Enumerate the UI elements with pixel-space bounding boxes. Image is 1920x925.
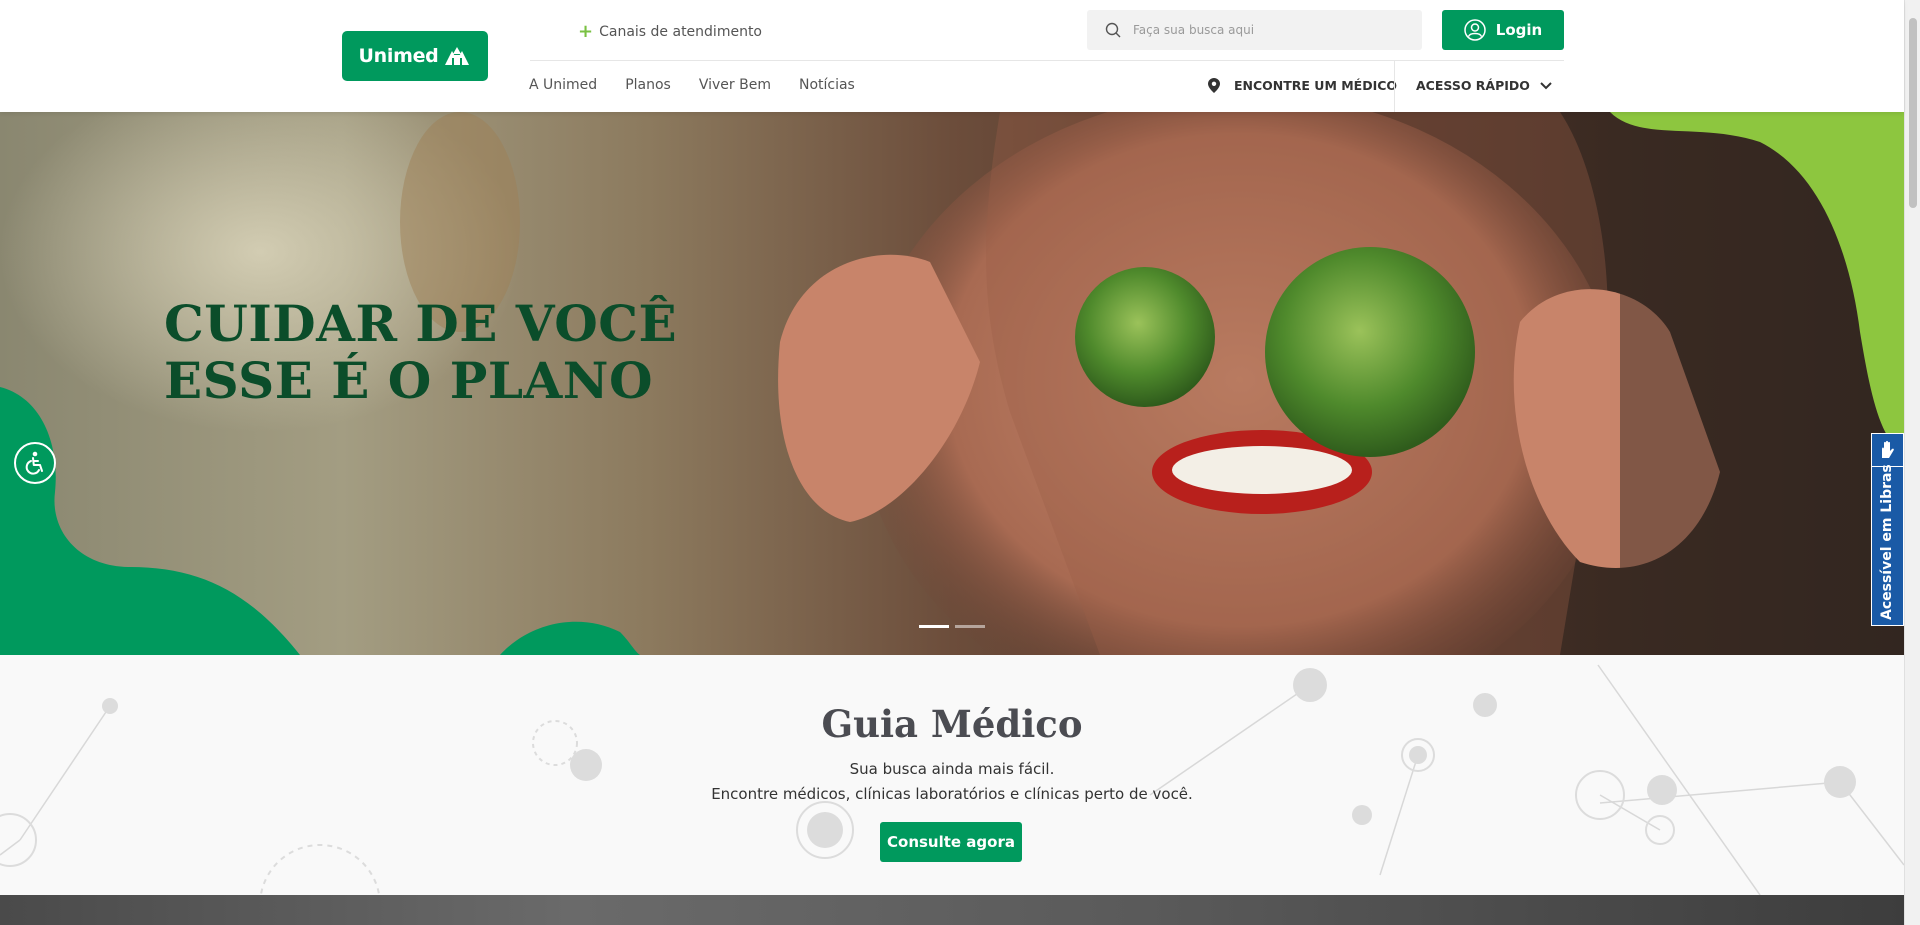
search-icon[interactable] bbox=[1105, 22, 1121, 38]
hero-headline: CUIDAR DE VOCÊ ESSE É O PLANO bbox=[164, 295, 677, 409]
page-scrollbar[interactable] bbox=[1904, 0, 1920, 925]
unimed-mark-icon bbox=[445, 47, 470, 65]
nav-item-a-unimed[interactable]: A Unimed bbox=[529, 77, 597, 93]
user-icon bbox=[1464, 19, 1486, 41]
consulte-agora-button[interactable]: Consulte agora bbox=[880, 822, 1022, 862]
canais-atendimento-link[interactable]: + Canais de atendimento bbox=[578, 21, 762, 42]
canais-label: Canais de atendimento bbox=[599, 24, 762, 40]
unimed-logo[interactable]: Unimed bbox=[342, 31, 488, 81]
libras-label: Acessível em Libras bbox=[1879, 464, 1895, 620]
search-box[interactable] bbox=[1087, 10, 1422, 50]
scrollbar-thumb[interactable] bbox=[1909, 18, 1917, 208]
nav-item-viver-bem[interactable]: Viver Bem bbox=[699, 77, 771, 93]
search-input[interactable] bbox=[1133, 23, 1403, 37]
carousel-dots bbox=[919, 625, 985, 628]
nav-item-noticias[interactable]: Notícias bbox=[799, 77, 855, 93]
site-header: Unimed + Canais de atendimento Faça sua … bbox=[0, 0, 1904, 112]
header-divider bbox=[530, 60, 1564, 61]
guia-medico-title: Guia Médico bbox=[821, 702, 1083, 746]
login-button[interactable]: Login bbox=[1442, 10, 1564, 50]
logo-text: Unimed bbox=[358, 45, 439, 67]
page: Unimed + Canais de atendimento Faça sua … bbox=[0, 0, 1920, 925]
acesso-rapido-dropdown[interactable]: ACESSO RÁPIDO bbox=[1416, 78, 1552, 93]
wheelchair-icon bbox=[25, 451, 43, 475]
hero-line-1: CUIDAR DE VOCÊ bbox=[164, 294, 678, 353]
header-vertical-divider bbox=[1394, 61, 1395, 112]
carousel-dot-2[interactable] bbox=[955, 625, 985, 628]
next-section-preview bbox=[0, 895, 1904, 925]
carousel-dot-1[interactable] bbox=[919, 625, 949, 628]
guia-medico-subtitle-1: Sua busca ainda mais fácil. bbox=[849, 760, 1055, 778]
nav-item-planos[interactable]: Planos bbox=[625, 77, 671, 93]
hero-line-2: ESSE É O PLANO bbox=[164, 351, 654, 410]
sign-language-icon bbox=[1872, 434, 1903, 467]
hero-banner[interactable]: CUIDAR DE VOCÊ ESSE É O PLANO bbox=[0, 112, 1904, 655]
main-nav: A Unimed Planos Viver Bem Notícias bbox=[529, 77, 855, 93]
location-pin-icon bbox=[1208, 78, 1220, 93]
acesso-label: ACESSO RÁPIDO bbox=[1416, 78, 1530, 93]
encontre-medico-link[interactable]: ENCONTRE UM MÉDICO bbox=[1208, 78, 1397, 93]
chevron-down-icon bbox=[1540, 81, 1552, 89]
accessibility-button[interactable] bbox=[14, 442, 56, 484]
guia-medico-subtitle-2: Encontre médicos, clínicas laboratórios … bbox=[711, 785, 1193, 803]
plus-icon: + bbox=[578, 21, 594, 42]
encontre-label: ENCONTRE UM MÉDICO bbox=[1234, 78, 1398, 93]
guia-medico-section: Guia Médico Sua busca ainda mais fácil. … bbox=[0, 655, 1904, 895]
libras-accessibility-tab[interactable]: Acessível em Libras bbox=[1871, 433, 1904, 626]
login-label: Login bbox=[1495, 21, 1543, 39]
